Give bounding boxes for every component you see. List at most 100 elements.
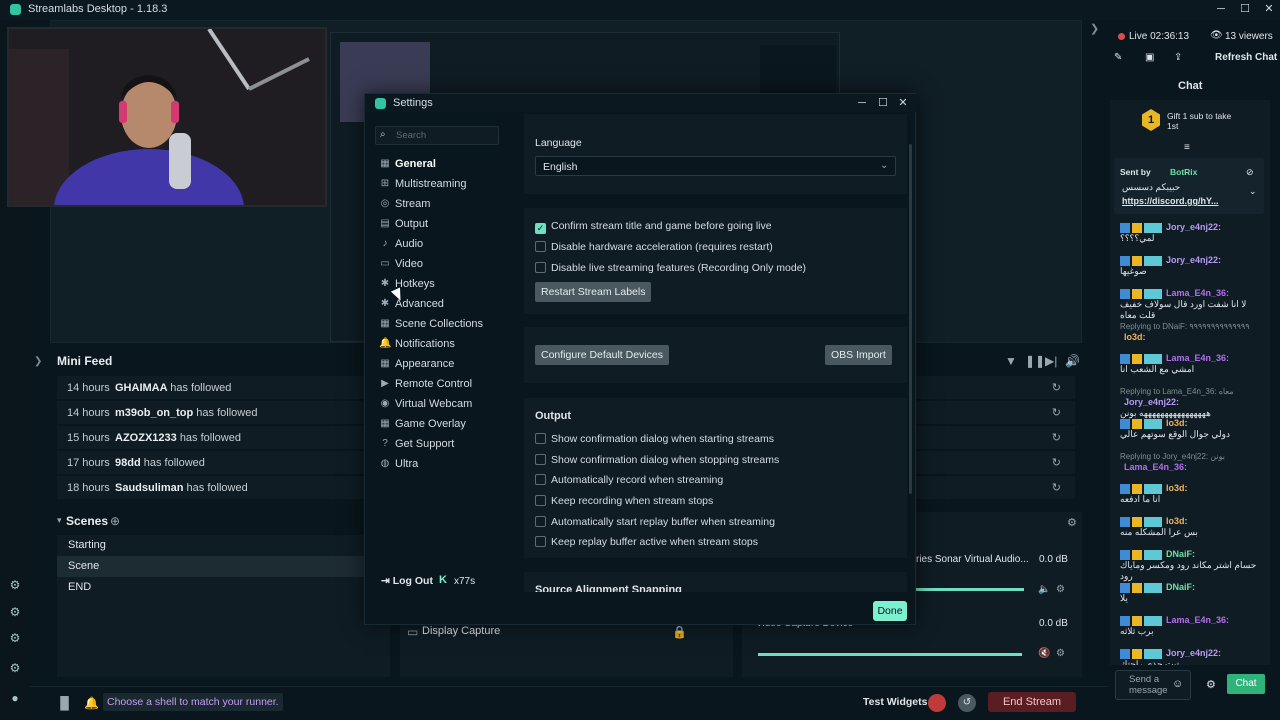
- scene-item-selected[interactable]: Scene: [57, 556, 390, 577]
- chat-nick[interactable]: Jory_e4nj22:: [1124, 397, 1179, 407]
- edit-icon[interactable]: ✎: [1114, 52, 1122, 63]
- chat-nick[interactable]: Jory_e4nj22:: [1166, 222, 1221, 232]
- pause-icon[interactable]: ❚❚: [1025, 354, 1045, 368]
- close-icon[interactable]: ✕: [896, 96, 910, 110]
- scene-item[interactable]: Starting: [57, 535, 390, 556]
- end-stream-button[interactable]: End Stream: [988, 692, 1076, 712]
- obs-import-button[interactable]: OBS Import: [825, 345, 892, 365]
- check-disable-live[interactable]: Disable live streaming features (Recordi…: [535, 261, 806, 275]
- checkbox[interactable]: [535, 433, 546, 444]
- nav-label: Remote Control: [395, 378, 473, 390]
- checkbox-checked[interactable]: ✓: [535, 223, 546, 234]
- configure-default-devices-button[interactable]: Configure Default Devices: [535, 345, 669, 365]
- checkbox[interactable]: [535, 495, 546, 506]
- chat-nick[interactable]: DNaiF:: [1166, 582, 1195, 592]
- lock-icon[interactable]: 🔒: [672, 625, 687, 639]
- replay-icon[interactable]: ↻: [1052, 451, 1061, 475]
- scene-item[interactable]: END: [57, 577, 390, 598]
- check-output[interactable]: Keep replay buffer active when stream st…: [535, 535, 758, 549]
- chat-nick[interactable]: lo3d:: [1124, 332, 1146, 342]
- source-settings-icon[interactable]: ⚙: [1056, 584, 1065, 595]
- replay-icon[interactable]: ↻: [1052, 401, 1061, 425]
- chat-tab[interactable]: Chat: [1178, 80, 1202, 92]
- replay-icon[interactable]: ↻: [1052, 426, 1061, 450]
- add-scene-icon[interactable]: ⊕: [110, 514, 120, 528]
- replay-icon[interactable]: ↻: [1052, 376, 1061, 400]
- mixer-settings-icon[interactable]: ⚙: [1067, 516, 1077, 529]
- maximize-icon[interactable]: ☐: [876, 96, 890, 110]
- collapse-chat-icon[interactable]: ❯: [1090, 22, 1099, 35]
- settings-icon[interactable]: ⚙: [8, 661, 22, 675]
- restart-stream-labels-button[interactable]: Restart Stream Labels: [535, 282, 652, 302]
- feed-time: 14 hours: [67, 382, 110, 394]
- volume-slider[interactable]: [758, 653, 1022, 656]
- source-item[interactable]: Display Capture: [422, 625, 500, 637]
- mute-icon[interactable]: 🔈: [1038, 584, 1050, 595]
- check-output[interactable]: Show confirmation dialog when stopping s…: [535, 453, 779, 467]
- settings-scrollbar[interactable]: [909, 144, 912, 494]
- tip-text[interactable]: Choose a shell to match your runner.: [103, 693, 283, 711]
- chat-nick[interactable]: Lama_E4n_36:: [1166, 353, 1229, 363]
- chat-nick[interactable]: DNaiF:: [1166, 549, 1195, 559]
- checkbox[interactable]: [535, 241, 546, 252]
- test-widgets-label[interactable]: Test Widgets: [863, 696, 927, 708]
- profile-icon[interactable]: ●: [8, 691, 22, 705]
- checkbox[interactable]: [535, 454, 546, 465]
- chat-settings-icon[interactable]: ⚙: [1206, 678, 1216, 691]
- checkbox[interactable]: [535, 536, 546, 547]
- chevron-down-icon[interactable]: ⌄: [1249, 186, 1257, 197]
- chat-send-button[interactable]: Chat: [1227, 674, 1265, 694]
- check-output[interactable]: Show confirmation dialog when starting s…: [535, 432, 774, 446]
- checkbox[interactable]: [535, 262, 546, 273]
- live-status: Live 02:36:13: [1129, 31, 1190, 42]
- mute-icon[interactable]: 🔇: [1038, 648, 1050, 659]
- scenes-collapse-icon[interactable]: ▾: [57, 515, 62, 526]
- minimize-icon[interactable]: ─: [1214, 2, 1228, 16]
- refresh-chat-button[interactable]: Refresh Chat: [1215, 52, 1277, 63]
- maximize-icon[interactable]: ☐: [1238, 2, 1252, 16]
- check-output[interactable]: Keep recording when stream stops: [535, 494, 713, 508]
- checkbox[interactable]: [535, 516, 546, 527]
- check-hw-accel[interactable]: Disable hardware acceleration (requires …: [535, 240, 773, 254]
- checkbox[interactable]: [535, 474, 546, 485]
- settings-search-input[interactable]: ⌕ Search: [375, 126, 499, 145]
- check-output[interactable]: Automatically start replay buffer when s…: [535, 515, 775, 529]
- chat-nick[interactable]: lo3d:: [1166, 516, 1188, 526]
- close-icon[interactable]: ✕: [1262, 2, 1276, 16]
- replay-buffer-icon[interactable]: ↺: [958, 694, 976, 712]
- chat-nick[interactable]: Lama_E4n_36:: [1124, 462, 1187, 472]
- mixer-db: 0.0 dB: [1039, 618, 1068, 629]
- expand-icon[interactable]: ❯: [34, 356, 42, 367]
- layout-icon[interactable]: ⚙: [8, 605, 22, 619]
- chat-nick[interactable]: Jory_e4nj22:: [1166, 255, 1221, 265]
- performance-icon[interactable]: ▐▌: [56, 696, 73, 710]
- popout-icon[interactable]: ▣: [1145, 52, 1154, 63]
- chat-nick[interactable]: Lama_E4n_36:: [1166, 288, 1229, 298]
- check-confirm-title[interactable]: ✓ Confirm stream title and game before go…: [535, 219, 772, 234]
- chat-nick[interactable]: Lama_E4n_36:: [1166, 615, 1229, 625]
- share-icon[interactable]: ⇪: [1174, 52, 1182, 63]
- filter-icon[interactable]: ▼: [1005, 354, 1017, 368]
- chat-nick[interactable]: lo3d:: [1166, 418, 1188, 428]
- pinned-link[interactable]: https://discord.gg/hY...: [1122, 196, 1219, 206]
- chat-filter-icon[interactable]: ≡: [1184, 142, 1190, 153]
- source-settings-icon[interactable]: ⚙: [1056, 648, 1065, 659]
- minimize-icon[interactable]: ─: [855, 96, 869, 110]
- volume-slider[interactable]: [916, 588, 1024, 591]
- nav-icon: ⊞: [380, 178, 390, 189]
- check-output[interactable]: Automatically record when streaming: [535, 473, 723, 487]
- language-select[interactable]: English ⌄: [535, 156, 896, 176]
- unpin-icon[interactable]: ⊘: [1246, 167, 1254, 178]
- replay-icon[interactable]: ↻: [1052, 476, 1061, 500]
- record-button[interactable]: [928, 694, 946, 712]
- volume-icon[interactable]: 🔊: [1065, 354, 1080, 368]
- record-icon[interactable]: ⚙: [8, 631, 22, 645]
- chat-nick[interactable]: Jory_e4nj22:: [1166, 648, 1221, 658]
- studio-mode-icon[interactable]: ⚙: [8, 578, 22, 592]
- emoji-icon[interactable]: ☺: [1172, 678, 1183, 690]
- logout-button[interactable]: ⇥ Log Out: [381, 575, 433, 587]
- chat-input[interactable]: Send a message ☺: [1115, 670, 1191, 700]
- done-button[interactable]: Done: [873, 601, 907, 621]
- chat-nick[interactable]: lo3d:: [1166, 483, 1188, 493]
- skip-icon[interactable]: ▶|: [1045, 354, 1057, 368]
